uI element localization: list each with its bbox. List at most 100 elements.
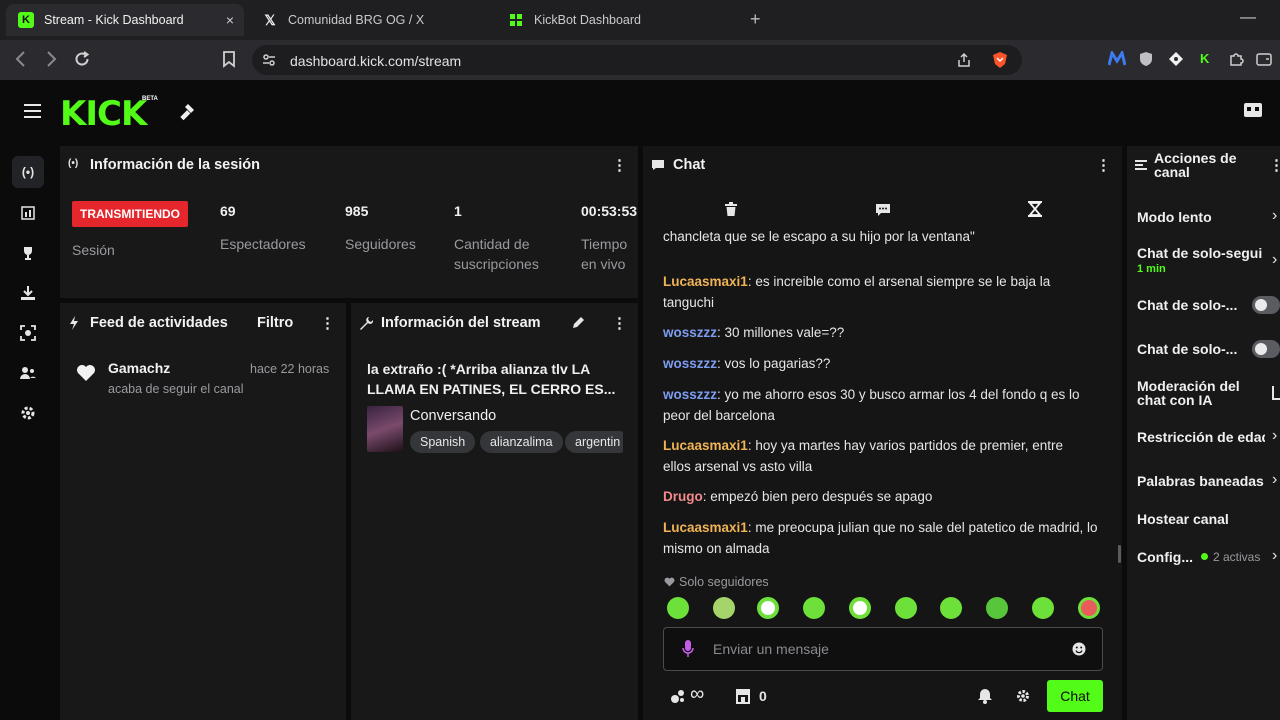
brave-shield-icon[interactable]: [992, 51, 1008, 69]
emoji-picker-icon[interactable]: [1072, 642, 1086, 656]
trash-icon[interactable]: [725, 202, 737, 216]
emote-icon[interactable]: [713, 597, 735, 619]
chevron-right-icon[interactable]: ›: [1272, 207, 1277, 225]
kick-logo[interactable]: KICK: [60, 94, 147, 134]
host-channel-item[interactable]: Hostear canal: [1137, 511, 1229, 527]
url-text[interactable]: dashboard.kick.com/stream: [290, 53, 461, 69]
chat-username[interactable]: wosszzz: [663, 356, 717, 371]
chat-message: Lucaasmaxi1: me preocupa julian que no s…: [663, 520, 1098, 556]
chevron-right-icon[interactable]: ›: [1272, 471, 1277, 489]
hammer-icon[interactable]: [179, 101, 199, 121]
tag-chip[interactable]: Spanish: [410, 431, 476, 453]
chat-options-button[interactable]: ⋮: [1096, 156, 1111, 174]
close-tab-icon[interactable]: ×: [226, 12, 234, 28]
subs-only-toggle[interactable]: [1252, 296, 1280, 314]
reload-button[interactable]: [73, 50, 91, 68]
ai-moderation-icon[interactable]: [1272, 386, 1280, 400]
chat-username[interactable]: Lucaasmaxi1: [663, 520, 748, 535]
session-options-button[interactable]: ⋮: [612, 156, 627, 174]
rail-focus-icon[interactable]: [12, 317, 44, 349]
extension-shield-icon[interactable]: [1139, 51, 1155, 67]
chat-username[interactable]: Lucaasmaxi1: [663, 438, 748, 453]
tab-kick-dashboard[interactable]: K Stream - Kick Dashboard ×: [6, 4, 244, 36]
emote-icon[interactable]: [1078, 597, 1100, 619]
age-restriction-item[interactable]: Restricción de edad: [1137, 429, 1265, 445]
chevron-right-icon[interactable]: ›: [1272, 251, 1277, 269]
forward-button[interactable]: [44, 50, 58, 68]
heart-icon: [76, 364, 96, 382]
subs-only-chat-item[interactable]: Chat de solo-...: [1137, 297, 1237, 313]
chat-username[interactable]: Lucaasmaxi1: [663, 274, 748, 289]
chat-message-input[interactable]: Enviar un mensaje: [663, 627, 1103, 671]
bookmark-icon[interactable]: [222, 50, 236, 68]
ai-moderation-item[interactable]: Moderación del chat con IA: [1137, 379, 1252, 407]
emote-icon[interactable]: [803, 597, 825, 619]
chat-username[interactable]: wosszzz: [663, 387, 717, 402]
new-tab-button[interactable]: +: [750, 9, 761, 30]
chevron-right-icon[interactable]: ›: [1272, 547, 1277, 565]
site-info-icon[interactable]: [262, 53, 276, 67]
emote-only-chat-item[interactable]: Chat de solo-...: [1137, 341, 1237, 357]
chat-message-text: chancleta que se le escapo a su hijo por…: [663, 229, 975, 244]
x-favicon-icon: 𝕏: [264, 11, 276, 28]
address-bar[interactable]: dashboard.kick.com/stream: [252, 45, 1022, 75]
viewers-value: 69: [220, 203, 236, 219]
rail-analytics-icon[interactable]: [12, 197, 44, 229]
rail-stream-icon[interactable]: (•): [12, 156, 44, 188]
category-name[interactable]: Conversando: [410, 408, 496, 424]
extensions-puzzle-icon[interactable]: [1228, 51, 1244, 67]
chat-scrollbar[interactable]: [1118, 545, 1121, 563]
menu-icon[interactable]: [24, 104, 41, 122]
extension-kick-icon[interactable]: K: [1200, 51, 1216, 67]
config-item[interactable]: Config...: [1137, 549, 1193, 565]
kick-points-icon[interactable]: [670, 688, 686, 704]
feed-filter-button[interactable]: Filtro: [257, 315, 293, 331]
chevron-right-icon[interactable]: ›: [1272, 427, 1277, 445]
emote-only-toggle[interactable]: [1252, 340, 1280, 358]
emote-icon[interactable]: [667, 597, 689, 619]
wallet-icon[interactable]: [1256, 51, 1272, 67]
chat-settings-gear-icon[interactable]: [1016, 689, 1030, 703]
notifications-bell-icon[interactable]: [978, 688, 992, 704]
extension-diamond-icon[interactable]: [1168, 51, 1184, 67]
feed-item-user[interactable]: Gamachz: [108, 360, 170, 376]
rail-trophy-icon[interactable]: [12, 237, 44, 269]
feed-options-button[interactable]: ⋮: [320, 314, 335, 332]
broadcast-icon: (•): [68, 158, 79, 169]
channel-store-icon[interactable]: [1243, 101, 1263, 119]
hourglass-icon[interactable]: [1028, 201, 1042, 217]
chat-message-text: vos lo pagarias??: [724, 356, 831, 371]
chat-username[interactable]: wosszzz: [663, 325, 717, 340]
session-label: Sesión: [72, 242, 115, 258]
tab-x-community[interactable]: 𝕏 Comunidad BRG OG / X: [250, 4, 490, 36]
rail-users-icon[interactable]: [12, 357, 44, 389]
share-icon[interactable]: [956, 52, 972, 68]
chat-mode-icon[interactable]: [875, 203, 891, 217]
chat-username[interactable]: Drugo: [663, 489, 703, 504]
tab-kickbot[interactable]: KickBot Dashboard: [496, 4, 736, 36]
tab-title: Stream - Kick Dashboard: [44, 13, 184, 27]
emote-icon[interactable]: [1032, 597, 1054, 619]
emote-icon[interactable]: [895, 597, 917, 619]
emote-icon[interactable]: [757, 597, 779, 619]
banned-words-item[interactable]: Palabras baneadas: [1137, 473, 1264, 489]
slow-mode-item[interactable]: Modo lento: [1137, 209, 1212, 225]
microphone-icon[interactable]: [682, 640, 694, 658]
rail-settings-icon[interactable]: [12, 397, 44, 429]
emote-icon[interactable]: [986, 597, 1008, 619]
rail-download-icon[interactable]: [12, 277, 44, 309]
followers-chat-item[interactable]: Chat de solo-segui: [1137, 245, 1262, 261]
actions-options-button[interactable]: ⋮: [1269, 156, 1280, 174]
send-chat-button[interactable]: Chat: [1047, 680, 1103, 712]
back-button[interactable]: [14, 50, 28, 68]
tag-chip[interactable]: alianzalima: [480, 431, 563, 453]
browser-toolbar: dashboard.kick.com/stream K: [0, 40, 1280, 80]
emote-icon[interactable]: [940, 597, 962, 619]
minimize-window-button[interactable]: —: [1240, 9, 1256, 27]
tag-chip[interactable]: argentin: [565, 431, 623, 453]
edit-pencil-icon[interactable]: [571, 316, 585, 330]
emote-icon[interactable]: [849, 597, 871, 619]
stream-info-options-button[interactable]: ⋮: [612, 314, 627, 332]
shop-icon[interactable]: [735, 688, 751, 704]
extension-m-icon[interactable]: [1108, 51, 1126, 67]
